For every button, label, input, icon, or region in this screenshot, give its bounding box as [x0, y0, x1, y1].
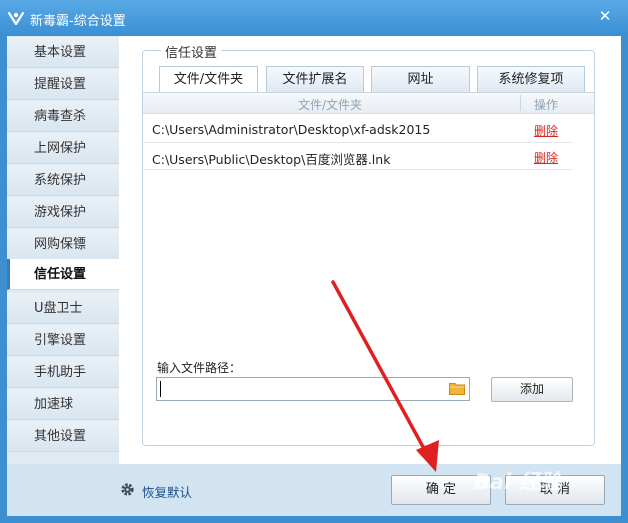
tab-files-folders[interactable]: 文件/文件夹	[159, 66, 258, 93]
column-divider	[520, 95, 521, 111]
sidebar-item-speed-ball[interactable]: 加速球	[7, 389, 119, 420]
sidebar-item-phone-assistant[interactable]: 手机助手	[7, 357, 119, 388]
window-title: 新毒霸-综合设置	[30, 14, 126, 29]
close-icon[interactable]: ✕	[594, 6, 616, 26]
title-bar[interactable]: 新毒霸-综合设置 ✕	[0, 0, 628, 36]
table-header: 文件/文件夹 操作	[143, 92, 594, 114]
sidebar-item-game-protection[interactable]: 游戏保护	[7, 197, 119, 228]
sidebar-item-trust[interactable]: 信任设置	[7, 259, 121, 290]
column-action-header: 操作	[534, 98, 559, 112]
sidebar-item-shopping-guard[interactable]: 网购保镖	[7, 229, 119, 260]
settings-window: 新毒霸-综合设置 ✕ 基本设置 提醒设置 病毒查杀 上网保护 系统保护 游戏保护…	[0, 0, 628, 523]
delete-link[interactable]: 删除	[534, 149, 558, 166]
trusted-path: C:\Users\Administrator\Desktop\xf-adsk20…	[152, 122, 431, 137]
app-logo-icon	[7, 11, 25, 26]
sidebar-item-usb-guard[interactable]: U盘卫士	[7, 293, 119, 324]
trusted-path: C:\Users\Public\Desktop\百度浏览器.lnk	[152, 152, 391, 167]
text-caret	[160, 381, 161, 397]
tab-system-repair[interactable]: 系统修复项	[477, 66, 585, 92]
restore-defaults-link[interactable]: 恢复默认	[142, 482, 192, 501]
sidebar-item-reminder[interactable]: 提醒设置	[7, 69, 119, 100]
delete-link[interactable]: 删除	[534, 122, 558, 139]
trust-settings-legend: 信任设置	[161, 42, 222, 61]
watermark: Bai 经验	[474, 470, 561, 494]
sidebar-item-virus-scan[interactable]: 病毒查杀	[7, 101, 119, 132]
folder-icon[interactable]	[449, 381, 465, 395]
path-input[interactable]	[156, 377, 470, 401]
tab-urls[interactable]: 网址	[371, 66, 470, 92]
add-button[interactable]: 添加	[491, 377, 573, 402]
sidebar-item-system-protection[interactable]: 系统保护	[7, 165, 119, 196]
gear-icon[interactable]	[120, 482, 135, 497]
sidebar-item-web-protection[interactable]: 上网保护	[7, 133, 119, 164]
sidebar: 基本设置 提醒设置 病毒查杀 上网保护 系统保护 游戏保护 网购保镖 信任设置 …	[7, 36, 121, 464]
sidebar-item-other[interactable]: 其他设置	[7, 421, 119, 452]
table-row: C:\Users\Public\Desktop\百度浏览器.lnk 删除	[143, 143, 573, 170]
column-path-header: 文件/文件夹	[298, 98, 363, 112]
sidebar-item-basic[interactable]: 基本设置	[7, 37, 119, 68]
tab-file-extensions[interactable]: 文件扩展名	[266, 66, 364, 92]
table-row: C:\Users\Administrator\Desktop\xf-adsk20…	[143, 116, 573, 143]
path-input-label: 输入文件路径：	[157, 361, 242, 375]
sidebar-item-engine[interactable]: 引擎设置	[7, 325, 119, 356]
